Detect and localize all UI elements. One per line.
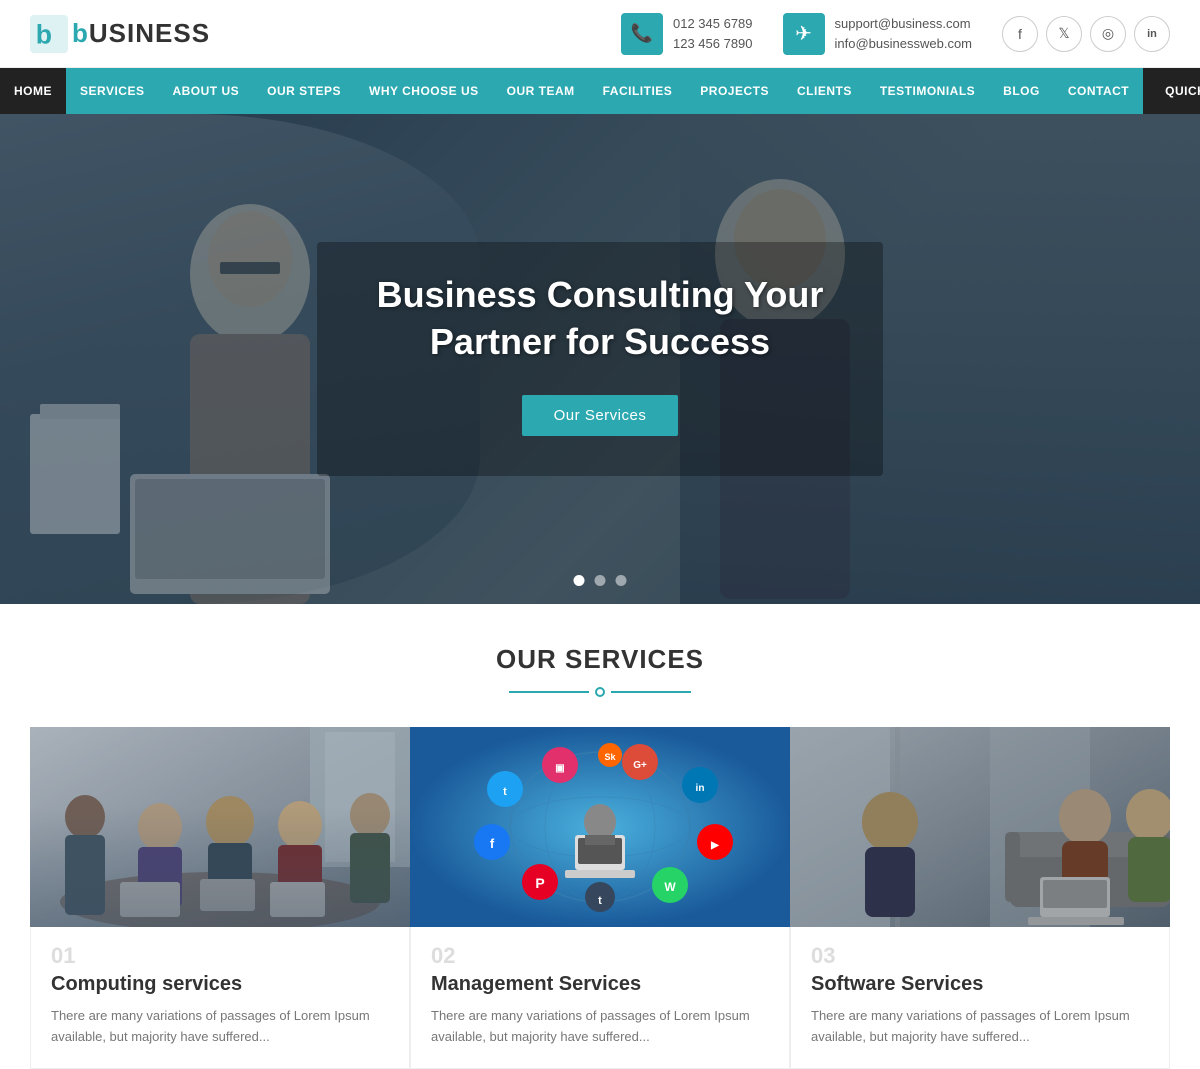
nav-items: HOME SERVICES ABOUT US OUR STEPS WHY CHO… — [0, 68, 1143, 114]
svg-text:f: f — [490, 836, 495, 851]
card-desc-2: There are many variations of passages of… — [431, 1006, 769, 1048]
service-card-2: P f t ▣ G+ in — [410, 727, 790, 1069]
nav-facilities[interactable]: FACILITIES — [589, 68, 687, 114]
nav-steps[interactable]: OUR STEPS — [253, 68, 355, 114]
nav-team[interactable]: OUR TEAM — [493, 68, 589, 114]
card-img-meeting — [30, 727, 410, 927]
email-texts: support@business.com info@businessweb.co… — [835, 14, 972, 53]
dot-1[interactable] — [574, 575, 585, 586]
hero-cta-button[interactable]: Our Services — [522, 395, 679, 436]
svg-text:G+: G+ — [633, 760, 647, 771]
svg-text:P: P — [535, 875, 544, 891]
card-title-2: Management Services — [431, 973, 769, 996]
contact-info: 📞 012 345 6789 123 456 7890 ✈ support@bu… — [621, 13, 972, 55]
services-title: OUR SERVICES — [30, 644, 1170, 675]
email-icon: ✈ — [783, 13, 825, 55]
hero-section: Business Consulting YourPartner for Succ… — [0, 114, 1200, 604]
nav-contact[interactable]: CONTACT — [1054, 68, 1143, 114]
divider-dot — [595, 687, 605, 697]
svg-text:t: t — [503, 786, 507, 798]
svg-text:t: t — [598, 895, 602, 907]
logo-name: bUSINESS — [72, 18, 210, 49]
card-title-3: Software Services — [811, 973, 1149, 996]
phone1: 012 345 6789 — [673, 14, 753, 34]
card-bottom-3: 03 Software Services There are many vari… — [790, 927, 1170, 1069]
divider-line-left — [509, 691, 589, 693]
card-bottom-1: 01 Computing services There are many var… — [30, 927, 410, 1069]
logo[interactable]: b bUSINESS — [30, 15, 210, 53]
svg-text:b: b — [36, 19, 52, 49]
svg-text:in: in — [696, 783, 705, 794]
quick-inquiry-button[interactable]: QUICK INQUIRY — [1143, 68, 1200, 114]
email2: info@businessweb.com — [835, 34, 972, 54]
svg-text:W: W — [664, 880, 676, 894]
phone-contact: 📞 012 345 6789 123 456 7890 — [621, 13, 753, 55]
nav-clients[interactable]: CLIENTS — [783, 68, 866, 114]
card-number-2: 02 — [431, 943, 769, 969]
twitter-icon[interactable]: 𝕏 — [1046, 16, 1082, 52]
nav-home[interactable]: HOME — [0, 68, 66, 114]
email1: support@business.com — [835, 14, 972, 34]
nav-blog[interactable]: BLOG — [989, 68, 1054, 114]
phone2: 123 456 7890 — [673, 34, 753, 54]
services-section: OUR SERVICES — [0, 604, 1200, 1069]
nav-testimonials[interactable]: TESTIMONIALS — [866, 68, 989, 114]
facebook-icon[interactable]: f — [1002, 16, 1038, 52]
linkedin-icon[interactable]: in — [1134, 16, 1170, 52]
phone-texts: 012 345 6789 123 456 7890 — [673, 14, 753, 53]
nav-services[interactable]: SERVICES — [66, 68, 158, 114]
card-img-social: P f t ▣ G+ in — [410, 727, 790, 927]
nav-choose[interactable]: WHY CHOOSE US — [355, 68, 493, 114]
card-bottom-2: 02 Management Services There are many va… — [410, 927, 790, 1069]
svg-text:▶: ▶ — [710, 840, 720, 851]
phone-icon: 📞 — [621, 13, 663, 55]
social-icons: f 𝕏 ◎ in — [1002, 16, 1170, 52]
card-img-office — [790, 727, 1170, 927]
card-desc-3: There are many variations of passages of… — [811, 1006, 1149, 1048]
nav-projects[interactable]: PROJECTS — [686, 68, 783, 114]
svg-text:Sk: Sk — [604, 752, 616, 762]
service-card-1: 01 Computing services There are many var… — [30, 727, 410, 1069]
svg-text:▣: ▣ — [555, 763, 564, 774]
instagram-icon[interactable]: ◎ — [1090, 16, 1126, 52]
card-number-1: 01 — [51, 943, 389, 969]
nav-about[interactable]: ABOUT US — [158, 68, 253, 114]
hero-title: Business Consulting YourPartner for Succ… — [377, 272, 824, 366]
divider-line-right — [611, 691, 691, 693]
dot-3[interactable] — [616, 575, 627, 586]
section-divider — [30, 687, 1170, 697]
navigation: HOME SERVICES ABOUT US OUR STEPS WHY CHO… — [0, 68, 1200, 114]
service-cards: 01 Computing services There are many var… — [30, 727, 1170, 1069]
hero-dots — [574, 575, 627, 586]
card-desc-1: There are many variations of passages of… — [51, 1006, 389, 1048]
dot-2[interactable] — [595, 575, 606, 586]
card-number-3: 03 — [811, 943, 1149, 969]
top-bar: b bUSINESS 📞 012 345 6789 123 456 7890 ✈… — [0, 0, 1200, 68]
service-card-3: 03 Software Services There are many vari… — [790, 727, 1170, 1069]
card-title-1: Computing services — [51, 973, 389, 996]
email-contact: ✈ support@business.com info@businessweb.… — [783, 13, 972, 55]
